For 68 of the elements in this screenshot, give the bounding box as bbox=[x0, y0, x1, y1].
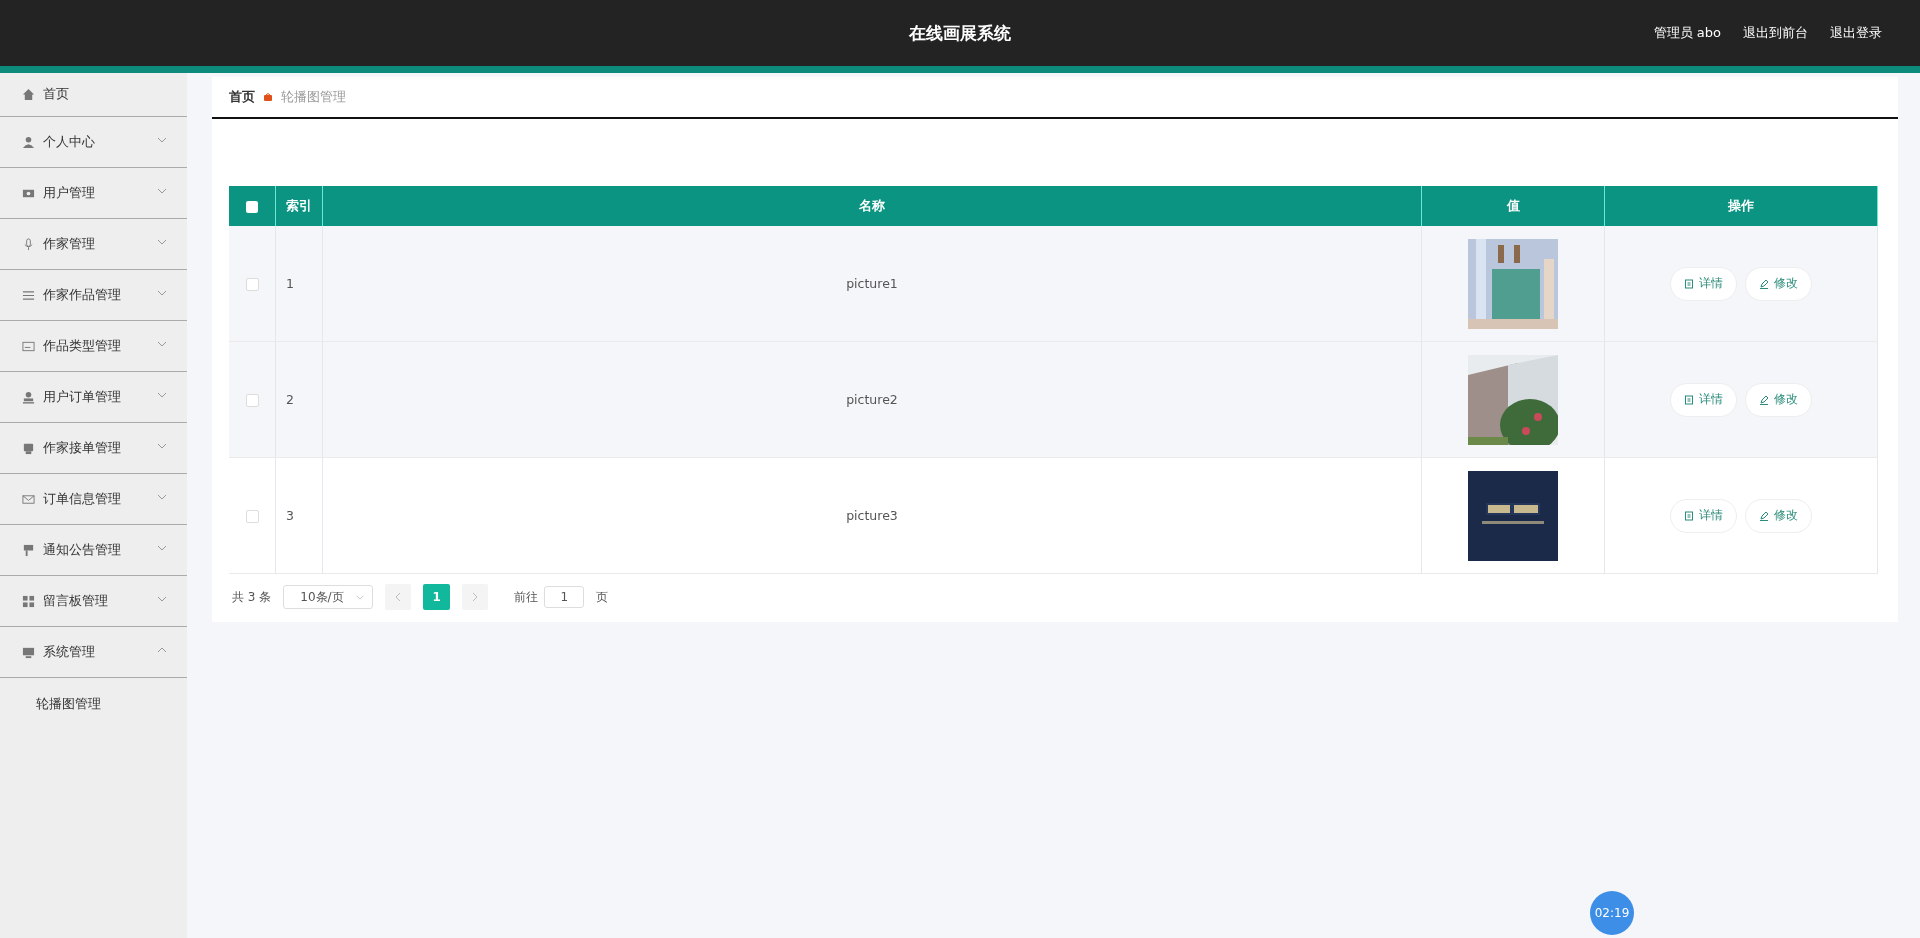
header-link[interactable]: 退出到前台 bbox=[1743, 24, 1808, 42]
person-icon bbox=[22, 135, 35, 149]
mail-icon bbox=[22, 492, 35, 506]
previous-page-button[interactable] bbox=[385, 584, 412, 610]
details-button[interactable]: 详情 bbox=[1670, 498, 1737, 533]
sidebar-item[interactable]: 留言板管理 bbox=[0, 576, 187, 627]
sidebar-item[interactable]: 首页 bbox=[0, 73, 187, 117]
sidebar-item[interactable]: 作家接单管理 bbox=[0, 423, 187, 474]
name-text: picture2 bbox=[846, 392, 898, 407]
bag-icon bbox=[263, 92, 273, 102]
sidebar-item[interactable]: 作品类型管理 bbox=[0, 321, 187, 372]
details-button[interactable]: 详情 bbox=[1670, 382, 1737, 417]
document-icon bbox=[1684, 510, 1694, 521]
sidebar-item[interactable]: 作家管理 bbox=[0, 219, 187, 270]
select-all-checkbox[interactable] bbox=[246, 201, 258, 213]
column-header: 索引 bbox=[275, 186, 323, 226]
pencil-icon bbox=[1759, 278, 1769, 289]
grid-icon bbox=[22, 594, 35, 608]
sidebar-item[interactable]: 通知公告管理 bbox=[0, 525, 187, 576]
sign-icon bbox=[22, 543, 35, 557]
monitor-icon bbox=[22, 645, 35, 659]
stamp-icon bbox=[22, 390, 35, 404]
submenu-item[interactable]: 轮播图管理 bbox=[0, 678, 187, 713]
chevron-down-icon bbox=[356, 594, 365, 600]
index-text: 2 bbox=[286, 392, 294, 407]
index-text: 3 bbox=[286, 508, 294, 523]
printer-icon bbox=[22, 441, 35, 455]
row-checkbox[interactable] bbox=[245, 278, 259, 291]
page-input[interactable]: 1 bbox=[544, 586, 585, 608]
pencil-icon bbox=[1759, 510, 1769, 521]
sidebar-item[interactable]: 用户订单管理 bbox=[0, 372, 187, 423]
document-icon bbox=[1684, 278, 1694, 289]
goto-label: 前往 bbox=[514, 588, 539, 606]
sidebar-item[interactable]: 用户管理 bbox=[0, 168, 187, 219]
name-text: picture3 bbox=[846, 508, 898, 523]
app-title: 在线画展系统 bbox=[909, 21, 1011, 45]
user-label: 管理员 abo bbox=[1653, 24, 1721, 42]
row-checkbox[interactable] bbox=[245, 510, 259, 523]
name-text: picture1 bbox=[846, 276, 898, 291]
edit-button[interactable]: 修改 bbox=[1745, 382, 1812, 417]
breadcrumb-item: 轮播图管理 bbox=[281, 88, 346, 106]
column-header: 操作 bbox=[1604, 186, 1878, 226]
row-checkbox[interactable] bbox=[245, 394, 259, 407]
timer-badge: 02:19 bbox=[1590, 891, 1634, 935]
sidebar-item[interactable]: 个人中心 bbox=[0, 117, 187, 168]
edit-button[interactable]: 修改 bbox=[1745, 498, 1812, 533]
microphone-icon bbox=[22, 237, 35, 251]
page-suffix: 页 bbox=[596, 588, 609, 606]
pencil-icon bbox=[1759, 394, 1769, 405]
index-text: 1 bbox=[286, 276, 294, 291]
sidebar-item[interactable]: 系统管理 bbox=[0, 627, 187, 678]
sidebar-item[interactable]: 订单信息管理 bbox=[0, 474, 187, 525]
breadcrumb-item[interactable]: 首页 bbox=[229, 88, 255, 106]
header-link[interactable]: 退出登录 bbox=[1830, 24, 1882, 42]
details-button[interactable]: 详情 bbox=[1670, 266, 1737, 301]
card-icon bbox=[22, 339, 35, 353]
sidebar-item[interactable]: 作家作品管理 bbox=[0, 270, 187, 321]
chevron-right-icon bbox=[472, 592, 479, 602]
chevron-left-icon bbox=[395, 592, 402, 602]
page-size-select[interactable]: 10条/页 bbox=[283, 585, 374, 609]
column-header: 名称 bbox=[322, 186, 1422, 226]
document-icon bbox=[1684, 394, 1694, 405]
next-page-button[interactable] bbox=[462, 584, 489, 610]
sliders-icon bbox=[22, 288, 35, 302]
edit-button[interactable]: 修改 bbox=[1745, 266, 1812, 301]
home-icon bbox=[22, 88, 35, 101]
column-header: 值 bbox=[1421, 186, 1605, 226]
total-count: 共 3 条 bbox=[232, 588, 272, 606]
